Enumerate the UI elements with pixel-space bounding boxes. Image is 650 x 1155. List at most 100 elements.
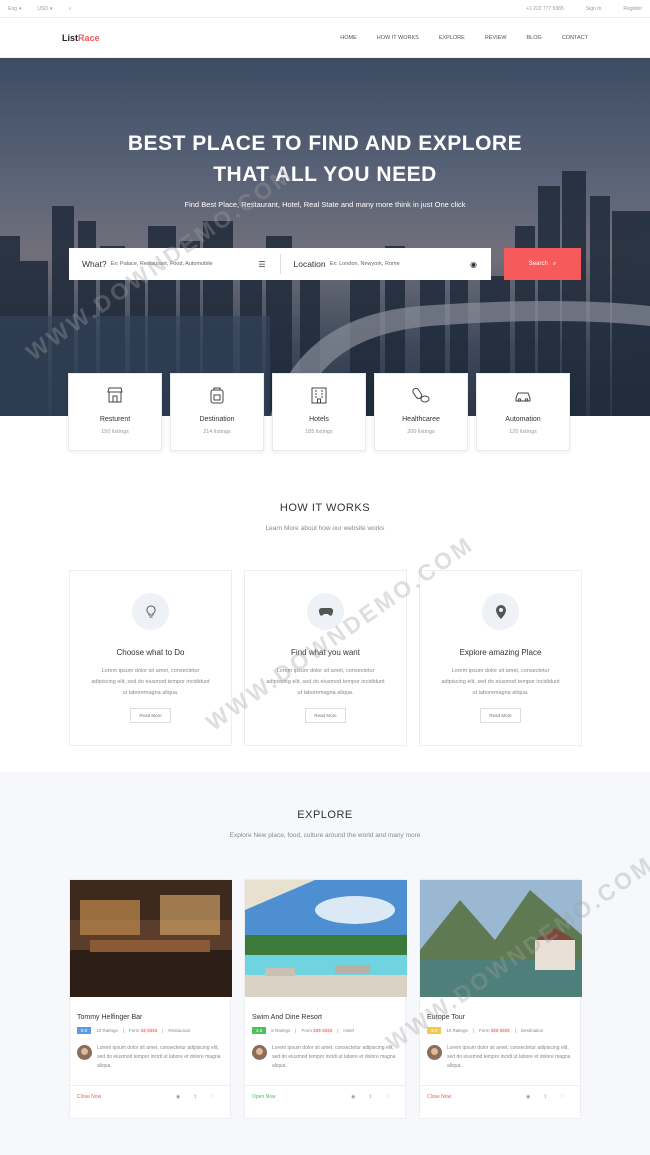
location-field[interactable]: Location Ex: London, Newyork, Rome ◉ <box>281 248 492 280</box>
hotel-icon <box>311 387 327 404</box>
category-name: Healthcaree <box>402 416 440 423</box>
currency-select[interactable]: USD ▾ <box>37 6 52 12</box>
search-button[interactable]: Search ⌕ <box>504 248 581 280</box>
register-link[interactable]: Register <box>623 6 642 12</box>
nav-menu: HOME HOW IT WORKS EXPLORE REVIEW BLOG CO… <box>340 35 588 41</box>
read-more-button[interactable]: Read More <box>305 708 346 723</box>
card-title[interactable]: Europe Tour <box>427 1014 580 1021</box>
currency-value: USD <box>37 5 48 12</box>
car-icon <box>515 392 531 402</box>
card-body: Lorem ipsum dolor sit amet, consectetur … <box>252 1044 397 1071</box>
nav-home[interactable]: HOME <box>340 35 357 41</box>
caret-icon: ▾ <box>18 5 22 12</box>
phone-number: +1 222 777 9365 <box>526 5 564 12</box>
resort-photo <box>245 880 407 997</box>
price-label: Form <box>478 1028 490 1033</box>
step-description: Lorem ipsum dolor sit amet, consectetur … <box>441 668 560 696</box>
how-it-works-header: HOW IT WORKS Learn More about how our we… <box>0 502 650 532</box>
category-count: 150 listings <box>101 429 129 435</box>
location-icon[interactable]: ◉ <box>176 1094 180 1100</box>
status-text: Close Now <box>77 1094 102 1100</box>
step-description: Lorem ipsum dolor sit amet, consectetur … <box>91 668 210 696</box>
category-card[interactable]: Hotels 185 listings <box>272 373 366 451</box>
hero-title: BEST PLACE TO FIND AND EXPLORE THAT ALL Y… <box>0 128 650 190</box>
category-card[interactable]: Destination 214 listings <box>170 373 264 451</box>
share-icon[interactable]: ⇪ <box>193 1094 197 1100</box>
backpack-icon <box>210 387 224 404</box>
category-count: 185 listings <box>305 429 333 435</box>
step-title: Find what you want <box>291 648 360 657</box>
search-bar: What? Ex: Palace, Restaurant, Food, Auto… <box>69 248 491 280</box>
ratings-count: 8 Ratings <box>271 1028 291 1033</box>
category-name: Resturent <box>99 416 131 423</box>
nav-review[interactable]: REVIEW <box>485 35 507 41</box>
card-category: Hotel <box>343 1028 354 1033</box>
lightbulb-icon <box>132 593 169 630</box>
card-meta: 3.0 10 Ratings | Form $$$-$$$$ | Destina… <box>427 1027 580 1034</box>
card-meta: 5.0 10 Ratings | Form $$-$$$$ | Restaura… <box>77 1027 230 1034</box>
main-navbar: ListRace HOME HOW IT WORKS EXPLORE REVIE… <box>0 18 650 58</box>
step-title: Choose what to Do <box>116 648 185 657</box>
category-card[interactable]: Healthcaree 200 listings <box>374 373 468 451</box>
logo[interactable]: ListRace <box>62 33 100 43</box>
step-title: Explore amazing Place <box>459 648 542 657</box>
heart-icon[interactable]: ♡ <box>561 1094 565 1100</box>
location-target-icon[interactable]: ◉ <box>470 260 477 269</box>
pills-icon <box>412 387 430 403</box>
top-bar: Eng ▾ USD ▾ ⌕ +1 222 777 9365 Sign In Regi… <box>0 0 650 18</box>
search-icon[interactable]: ⌕ <box>69 6 72 12</box>
location-label: Location <box>293 259 326 269</box>
category-count: 120 listings <box>509 429 537 435</box>
category-name: Hotels <box>309 416 329 423</box>
card-body: Lorem ipsum dolor sit amet, consectetur … <box>427 1044 572 1071</box>
card-category: Destination <box>520 1028 544 1033</box>
category-count: 200 listings <box>407 429 435 435</box>
section-title: EXPLORE <box>297 809 353 821</box>
location-icon[interactable]: ◉ <box>351 1094 355 1100</box>
what-field[interactable]: What? Ex: Palace, Restaurant, Food, Auto… <box>69 248 280 280</box>
rating-badge: 4.5 <box>252 1027 267 1034</box>
share-icon[interactable]: ⇪ <box>543 1094 547 1100</box>
language-select[interactable]: Eng ▾ <box>8 6 21 12</box>
category-card[interactable]: Automation 120 listings <box>476 373 570 451</box>
nav-how-it-works[interactable]: HOW IT WORKS <box>377 35 419 41</box>
card-description: Lorem ipsum dolor sit amet, consectetur … <box>272 1045 396 1069</box>
read-more-button[interactable]: Read More <box>480 708 521 723</box>
card-title[interactable]: Tommy Helfinger Bar <box>77 1014 230 1021</box>
listing-card[interactable]: Tommy Helfinger Bar 5.0 10 Ratings | For… <box>69 879 232 1119</box>
location-input[interactable]: Ex: London, Newyork, Rome <box>330 261 400 267</box>
share-icon[interactable]: ⇪ <box>368 1094 372 1100</box>
category-name: Automation <box>505 416 541 423</box>
listing-cards: Tommy Helfinger Bar 5.0 10 Ratings | For… <box>69 879 594 1119</box>
price-label: Form <box>301 1028 312 1033</box>
listing-card[interactable]: Europe Tour 3.0 10 Ratings | Form $$$-$$… <box>419 879 582 1119</box>
rating-badge: 5.0 <box>77 1027 92 1034</box>
listing-card[interactable]: Swim And Dine Resort 4.5 8 Ratings | For… <box>244 879 407 1119</box>
card-description: Lorem ipsum dolor sit amet, consectetur … <box>97 1045 221 1069</box>
status-text: Open Now <box>252 1094 276 1100</box>
nav-contact[interactable]: CONTACT <box>562 35 588 41</box>
list-icon[interactable]: ☰ <box>258 260 265 269</box>
price-label: Form <box>128 1028 140 1033</box>
nav-explore[interactable]: EXPLORE <box>439 35 465 41</box>
category-name: Destination <box>199 416 235 423</box>
ratings-count: 10 Ratings <box>96 1028 118 1033</box>
heart-icon[interactable]: ♡ <box>211 1094 215 1100</box>
card-category: Restaurant <box>168 1028 191 1033</box>
category-card[interactable]: Resturent 150 listings <box>68 373 162 451</box>
location-icon[interactable]: ◉ <box>526 1094 530 1100</box>
status-text: Close Now <box>427 1094 452 1100</box>
signin-link[interactable]: Sign In <box>586 6 602 12</box>
avatar <box>77 1045 92 1060</box>
card-title[interactable]: Swim And Dine Resort <box>252 1014 405 1021</box>
steps-list: Choose what to Do Lorem ipsum dolor sit … <box>69 570 594 746</box>
heart-icon[interactable]: ♡ <box>386 1094 390 1100</box>
logo-part1: List <box>62 32 79 43</box>
card-description: Lorem ipsum dolor sit amet, consectetur … <box>447 1045 571 1069</box>
ratings-count: 10 Ratings <box>446 1028 468 1033</box>
avatar <box>252 1045 267 1060</box>
store-icon <box>107 387 123 403</box>
nav-blog[interactable]: BLOG <box>527 35 542 41</box>
read-more-button[interactable]: Read More <box>130 708 171 723</box>
what-input[interactable]: Ex: Palace, Restaurant, Food, Automobile <box>111 261 213 267</box>
